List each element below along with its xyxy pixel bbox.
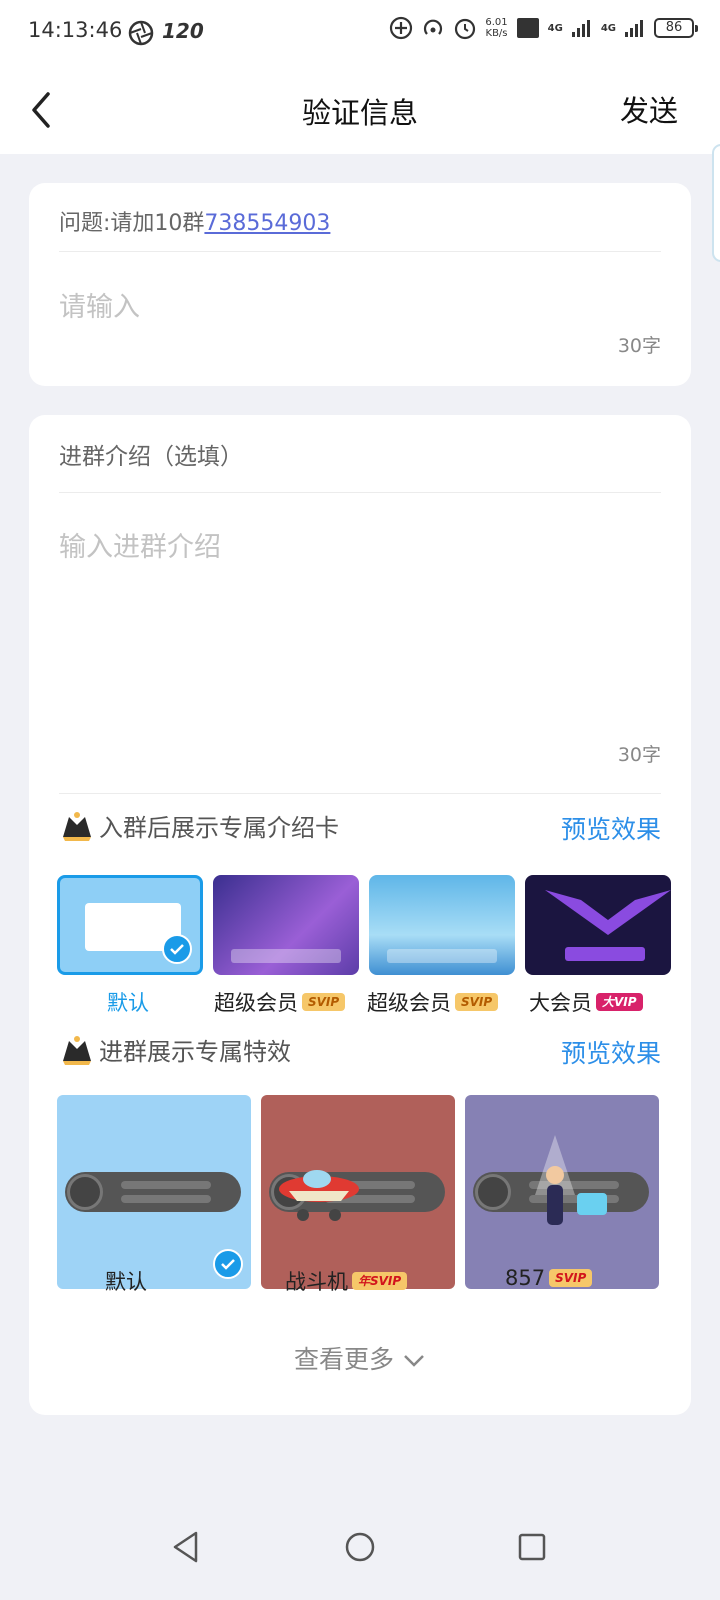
nav-back-icon[interactable] [171,1530,201,1564]
svip-badge: SVIP [549,1269,593,1287]
floating-edge-tab[interactable] [712,144,720,262]
year-svip-badge: 年SVIP [352,1272,408,1290]
system-nav-bar [0,1520,720,1600]
signal-icon [625,20,643,37]
intro-card: 进群介绍（选填） 输入进群介绍 30字 入群后展示专属介绍卡 预览效果 默认 超… [29,415,691,1415]
intro-card-default[interactable] [57,875,203,975]
divider [59,492,661,493]
hotspot-icon [424,19,443,35]
answer-char-limit: 30字 [617,335,661,357]
character-icon [535,1135,607,1225]
nav-home-icon[interactable] [344,1531,376,1563]
question-text: 问题:请加10群738554903 [59,211,331,236]
refresh-rate: 120 [162,19,204,43]
effects-preview-link[interactable]: 预览效果 [561,1034,661,1070]
nav-recent-icon[interactable] [517,1532,547,1562]
check-icon [162,934,192,964]
nav-bar: 验证信息 发送 [0,64,720,262]
intro-cards-strip [57,875,691,985]
intro-card-label-svip-1: 超级会员 SVIP [214,987,346,1017]
intro-card-svip-1[interactable] [213,875,359,975]
check-icon [213,1249,243,1279]
aperture-icon [128,20,154,46]
divider [59,251,661,252]
effect-tile-857[interactable] [465,1095,659,1289]
network-type-1: 4G [547,22,563,34]
intro-card-label-svip-2: 超级会员 SVIP [367,987,499,1017]
crown-icon [63,811,91,841]
svip-badge: SVIP [302,993,346,1011]
intro-cards-preview-link[interactable]: 预览效果 [561,810,661,846]
effect-label-default: 默认 [105,1270,147,1294]
add-circle-icon [390,16,413,40]
effect-preview-pill [65,1172,241,1212]
status-icons: 6.01 KB/s 4G 4G 86 [389,16,698,40]
battery-indicator: 86 [654,18,698,38]
intro-card-svip-2[interactable] [369,875,515,975]
network-type-2: 4G [600,22,616,34]
page-title: 验证信息 [301,96,418,130]
hd-icon [516,18,539,38]
effect-label-fighter: 战斗机 年SVIP [285,1266,408,1296]
intro-card-label-bigvip: 大会员 大VIP [529,987,643,1017]
bigvip-badge: 大VIP [596,993,643,1011]
v-logo-icon [545,890,671,961]
card-thumbnail [387,949,497,963]
send-button[interactable]: 发送 [620,88,678,130]
alarm-icon [455,18,476,40]
intro-card-bigvip[interactable] [525,875,671,975]
signal-icon [571,20,590,37]
net-speed: 6.01 KB/s [485,17,508,39]
intro-char-limit: 30字 [617,744,661,766]
group-number-link[interactable]: 738554903 [204,211,330,236]
status-time: 14:13:46 [28,18,123,42]
intro-cards-title: 入群后展示专属介绍卡 [59,808,339,843]
svip-badge: SVIP [455,993,499,1011]
question-card: 问题:请加10群738554903 请输入 30字 [29,183,691,386]
crown-icon [63,1035,91,1065]
intro-card-label-default: 默认 [107,991,149,1015]
effects-title: 进群展示专属特效 [59,1032,291,1067]
effect-label-857: 857 SVIP [505,1266,593,1290]
effect-tile-default[interactable] [57,1095,251,1289]
status-bar: 14:13:46 120 6.01 KB/s 4G 4G 86 [0,0,720,64]
chevron-down-icon [404,1355,424,1367]
card-thumbnail [231,949,341,963]
airplane-icon [279,1170,359,1221]
divider [59,793,661,794]
intro-input[interactable]: 输入进群介绍 [59,525,221,564]
effect-tile-fighter[interactable] [261,1095,455,1289]
intro-section-label: 进群介绍（选填） [59,444,243,470]
answer-input[interactable]: 请输入 [59,285,140,324]
view-more-button[interactable]: 查看更多 [29,1340,691,1376]
